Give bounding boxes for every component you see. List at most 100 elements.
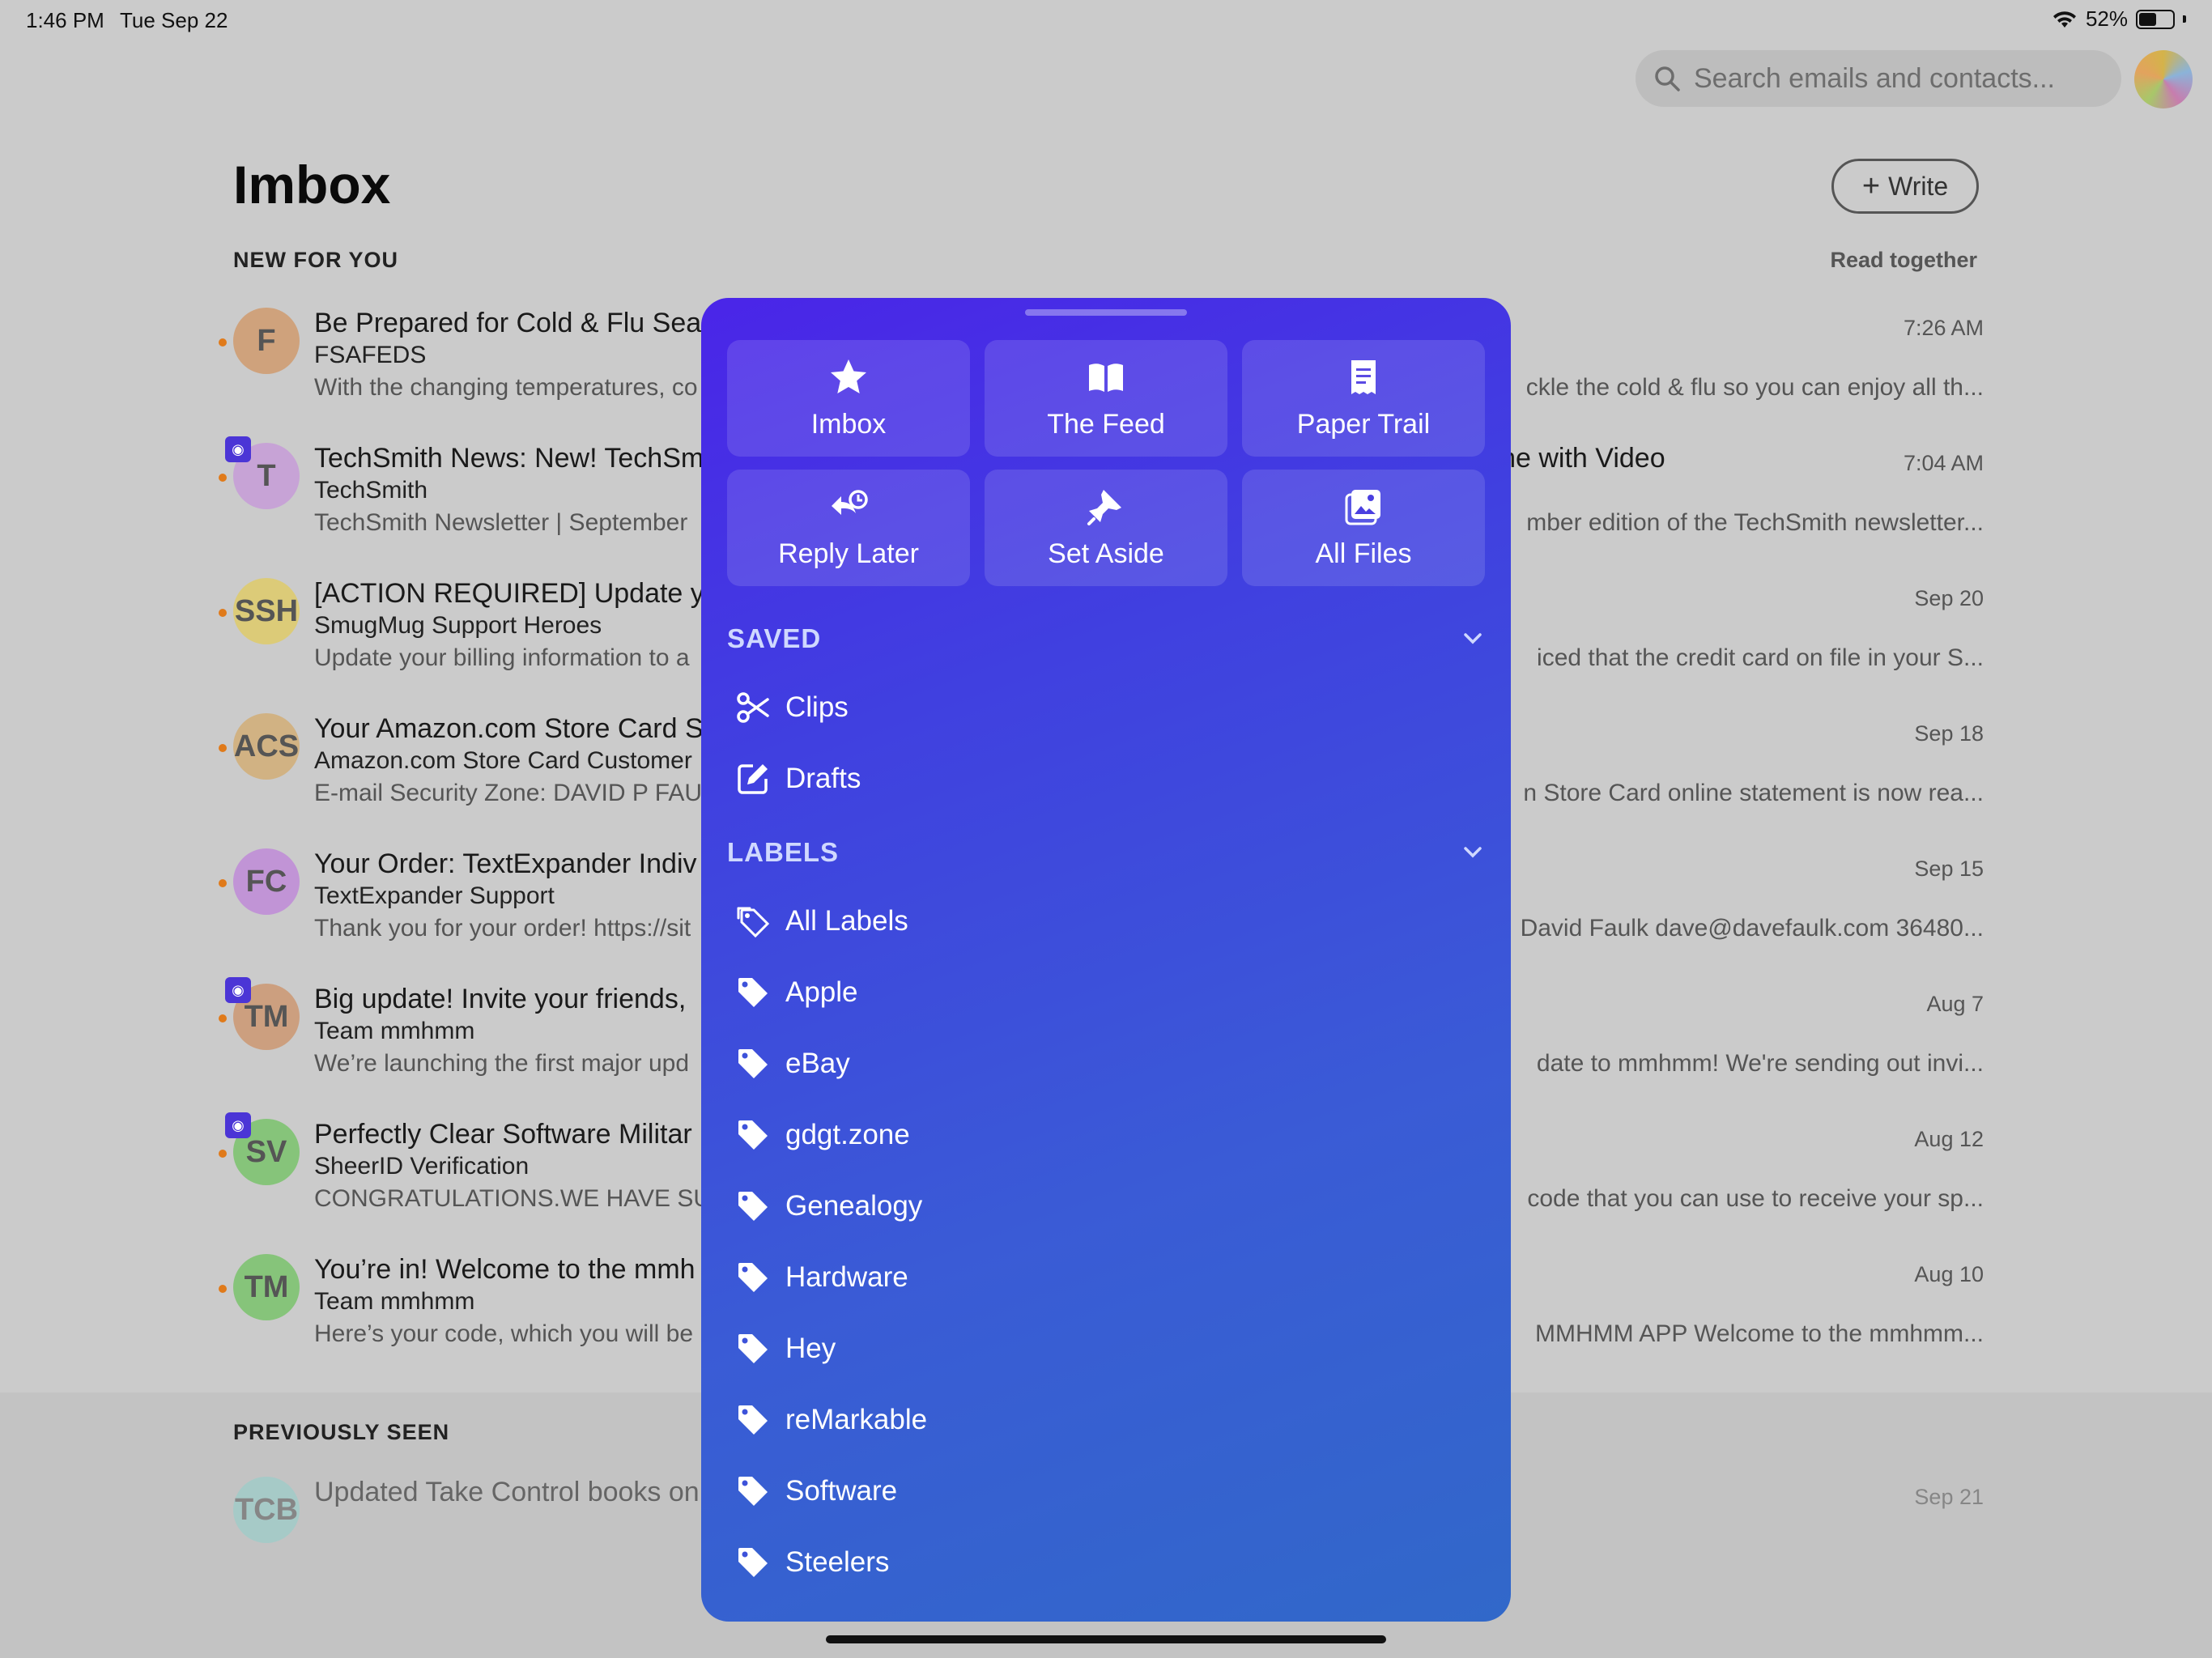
email-snippet-continued: ckle the cold & flu so you can enjoy all…: [1525, 374, 1984, 401]
tag-icon: [738, 978, 768, 1007]
status-time: 1:46 PM: [26, 8, 104, 32]
menu-item-label: Clips: [785, 691, 849, 723]
screener-badge-icon: ◉: [225, 977, 251, 1003]
email-snippet-continued: mber edition of the TechSmith newsletter…: [1526, 509, 1984, 536]
menu-item-label: All Labels: [785, 905, 908, 937]
email-subject: Updated Take Control books on: [314, 1477, 700, 1507]
nav-tile-set-aside[interactable]: Set Aside: [985, 470, 1227, 586]
chevron-down-icon[interactable]: [1459, 625, 1487, 653]
email-sender: Amazon.com Store Card Customer: [314, 747, 692, 774]
email-time: Sep 21: [1914, 1485, 1984, 1509]
tag-icon: [738, 1334, 768, 1363]
scissors-icon: [737, 692, 769, 723]
label-item[interactable]: Genealogy: [735, 1188, 922, 1224]
pencil-square-icon: [738, 764, 768, 794]
tag-icon: [738, 1548, 768, 1577]
star-icon: [831, 359, 866, 393]
email-time: Aug 10: [1914, 1262, 1984, 1286]
nav-tile-all-files[interactable]: All Files: [1242, 470, 1485, 586]
account-avatar[interactable]: [2134, 50, 2193, 108]
status-date: Tue Sep 22: [120, 8, 228, 32]
tags-icon: [737, 907, 770, 938]
read-together-link[interactable]: Read together: [1830, 248, 1977, 273]
email-subject: Your Order: TextExpander Indiv: [314, 848, 697, 879]
unread-dot: [219, 1150, 227, 1158]
tag-icon: [738, 1405, 768, 1435]
tag-icon: [738, 1263, 768, 1292]
saved-group-header[interactable]: SAVED: [727, 623, 821, 654]
avatar: ACS: [233, 713, 300, 780]
email-sender: SheerID Verification: [314, 1153, 530, 1180]
tag-icon: [738, 1192, 768, 1221]
email-time: Sep 20: [1914, 586, 1984, 610]
avatar: FC: [233, 848, 300, 915]
email-snippet-continued: n Store Card online statement is now rea…: [1523, 780, 1984, 806]
label-item[interactable]: Apple: [735, 975, 858, 1010]
label-item[interactable]: gdgt.zone: [735, 1117, 910, 1153]
email-sender: TextExpander Support: [314, 882, 555, 909]
menu-item-label: gdgt.zone: [785, 1119, 910, 1150]
saved-item-clips[interactable]: Clips: [735, 690, 849, 725]
labels-group-header[interactable]: LABELS: [727, 837, 839, 868]
nav-tile-imbox[interactable]: Imbox: [727, 340, 970, 457]
email-time: Sep 18: [1914, 721, 1984, 746]
write-button[interactable]: + Write: [1831, 159, 1979, 214]
navigation-menu: Imbox The Feed Paper Trail Reply Later S…: [701, 298, 1511, 1622]
label-item[interactable]: Hardware: [735, 1260, 908, 1295]
battery-percent: 52%: [2085, 6, 2128, 31]
email-sender: FSAFEDS: [314, 342, 427, 368]
tile-label: Reply Later: [778, 538, 919, 569]
search-bar[interactable]: Search emails and contacts...: [1636, 50, 2121, 107]
avatar: SSH: [233, 578, 300, 644]
write-label: Write: [1888, 171, 1949, 201]
tile-label: The Feed: [1047, 408, 1165, 440]
email-subject: Big update! Invite your friends,: [314, 984, 687, 1014]
tag-icon: [738, 1120, 768, 1150]
label-item[interactable]: All Labels: [735, 903, 908, 939]
label-item[interactable]: eBay: [735, 1046, 850, 1082]
tile-label: Imbox: [810, 408, 887, 440]
unread-dot: [219, 879, 227, 887]
saved-item-drafts[interactable]: Drafts: [735, 761, 861, 797]
tag-icon: [738, 1049, 768, 1078]
chevron-down-icon[interactable]: [1459, 839, 1487, 866]
email-snippet-continued: MMHMM APP Welcome to the mmhmm...: [1535, 1320, 1984, 1347]
label-item[interactable]: Hey: [735, 1331, 836, 1367]
section-previously-seen: PREVIOUSLY SEEN: [233, 1420, 450, 1444]
email-subject: TechSmith News: New! TechSm: [314, 443, 704, 474]
menu-item-label: reMarkable: [785, 1404, 928, 1435]
email-time: 7:26 AM: [1903, 316, 1984, 340]
search-input[interactable]: Search emails and contacts...: [1694, 63, 2055, 95]
tile-label: Set Aside: [1048, 538, 1164, 569]
avatar: TM: [233, 1254, 300, 1320]
menu-item-label: Hardware: [785, 1261, 908, 1293]
email-snippet: We’re launching the first major upd: [314, 1050, 690, 1077]
section-new-for-you: NEW FOR YOU: [233, 248, 399, 272]
menu-item-label: Steelers: [785, 1546, 890, 1578]
nav-tile-reply-later[interactable]: Reply Later: [727, 470, 970, 586]
label-item[interactable]: reMarkable: [735, 1402, 927, 1438]
wifi-icon: [2052, 11, 2076, 28]
tile-label: All Files: [1315, 538, 1412, 569]
page-title: Imbox: [233, 155, 391, 215]
email-time: Aug 12: [1914, 1127, 1984, 1151]
unread-dot: [219, 744, 227, 752]
label-item[interactable]: Software: [735, 1473, 897, 1509]
menu-item-label: Software: [785, 1475, 898, 1507]
email-subject: Be Prepared for Cold & Flu Sea: [314, 308, 702, 338]
plus-icon: +: [1861, 169, 1881, 203]
unread-dot: [219, 1014, 227, 1022]
email-snippet-continued: date to mmhmm! We're sending out invi...: [1536, 1050, 1984, 1077]
email-snippet: TechSmith Newsletter | September: [314, 509, 688, 536]
nav-tile-the-feed[interactable]: The Feed: [985, 340, 1227, 457]
email-snippet: Update your billing information to a: [314, 644, 690, 671]
email-subject: Your Amazon.com Store Card S: [314, 713, 704, 744]
nav-tile-paper-trail[interactable]: Paper Trail: [1242, 340, 1485, 457]
photos-icon: [1345, 489, 1380, 525]
email-subject-continued: line with Video: [1488, 443, 1665, 474]
label-item[interactable]: Steelers: [735, 1545, 889, 1580]
drag-handle[interactable]: [1025, 309, 1187, 316]
home-indicator[interactable]: [826, 1635, 1386, 1643]
unread-dot: [219, 1285, 227, 1293]
email-snippet: Here’s your code, which you will be: [314, 1320, 694, 1347]
